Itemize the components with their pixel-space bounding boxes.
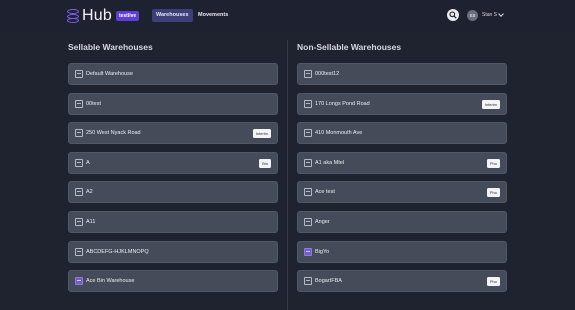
warehouse-alt-icon xyxy=(304,247,312,256)
warehouse-card[interactable]: Ace Bin Warehouse xyxy=(68,270,278,293)
warehouse-icon xyxy=(75,158,83,167)
warehouse-card[interactable]: A Bin xyxy=(68,151,278,174)
warehouse-name: Ace test xyxy=(315,189,335,196)
warehouse-name: Default Warehouse xyxy=(86,71,133,77)
warehouse-icon xyxy=(75,188,83,197)
sellable-list: Default Warehouse 00test 250 West Nyack Ro… xyxy=(68,63,278,300)
user-menu[interactable]: SS Stan S xyxy=(467,9,504,21)
warehouse-card[interactable]: 410 Monmouth Ave xyxy=(297,122,507,145)
warehouse-type-tag: Pho xyxy=(486,158,500,168)
warehouse-card[interactable]: 00test xyxy=(68,92,278,115)
warehouse-name: ABCDEFG-HJKLMNOPQ xyxy=(86,248,149,255)
sellable-title: Sellable Warehouses xyxy=(68,42,153,52)
warehouse-type-tag: Bin xyxy=(259,158,271,168)
warehouse-name: A1 aka Mtel xyxy=(315,159,345,166)
warehouse-card[interactable]: BogartFBA Pho xyxy=(297,270,507,293)
warehouse-name: BogartFBA xyxy=(315,278,342,285)
warehouse-card[interactable]: A1 aka Mtel Pho xyxy=(297,151,507,174)
nonsellable-title: Non-Sellable Warehouses xyxy=(297,42,402,52)
warehouse-card[interactable]: Ace test Pho xyxy=(297,181,507,204)
warehouse-icon xyxy=(304,129,312,138)
warehouse-icon xyxy=(75,217,83,226)
nonsellable-list: 000test12 170 Longs Pond Road Interim 410 M… xyxy=(297,63,507,300)
warehouse-type-tag: Pho xyxy=(486,277,500,287)
warehouse-card[interactable]: 250 West Nyack Road Interim xyxy=(68,122,278,145)
warehouse-name: BigYo xyxy=(315,248,330,255)
warehouse-icon xyxy=(304,188,312,197)
warehouse-icon xyxy=(75,99,83,108)
app-logo[interactable]: Hub testlive xyxy=(67,7,140,24)
warehouse-name: A2 xyxy=(86,189,93,196)
tab-movements[interactable]: Movements xyxy=(194,9,232,22)
warehouse-icon xyxy=(75,129,83,138)
warehouse-icon xyxy=(304,277,312,286)
warehouse-type-tag: Pho xyxy=(486,188,500,198)
warehouse-name: A11 xyxy=(86,218,96,225)
app-title: Hub xyxy=(82,7,112,24)
warehouse-card[interactable]: BigYo xyxy=(297,240,507,263)
env-badge: testlive xyxy=(115,11,140,21)
warehouse-name: 170 Longs Pond Road xyxy=(315,100,370,107)
database-icon xyxy=(67,9,79,23)
warehouse-type-tag: Interim xyxy=(252,129,271,139)
warehouse-name: 250 West Nyack Road xyxy=(86,130,141,137)
warehouse-card[interactable]: ABCDEFG-HJKLMNOPQ xyxy=(68,240,278,263)
avatar: SS xyxy=(467,9,478,21)
warehouse-card[interactable]: 000test12 xyxy=(297,63,507,85)
warehouse-icon xyxy=(304,99,312,108)
warehouse-icon xyxy=(304,158,312,167)
top-bar: Hub testlive Warehouses Movements SS Sta… xyxy=(0,0,575,32)
warehouse-icon xyxy=(304,70,312,78)
warehouse-name: Anger xyxy=(315,218,330,225)
warehouse-card[interactable]: 170 Longs Pond Road Interim xyxy=(297,92,507,115)
search-button[interactable] xyxy=(447,9,459,21)
warehouse-name: 00test xyxy=(86,100,101,107)
warehouse-card[interactable]: A11 xyxy=(68,210,278,233)
warehouse-name: 410 Monmouth Ave xyxy=(315,130,363,137)
warehouse-icon xyxy=(304,217,312,226)
search-icon xyxy=(449,11,457,19)
column-divider xyxy=(287,40,288,310)
warehouse-card[interactable]: Default Warehouse xyxy=(68,63,278,85)
warehouse-icon xyxy=(75,70,83,78)
warehouse-type-tag: Interim xyxy=(481,99,500,109)
warehouse-icon xyxy=(75,247,83,256)
warehouse-name: 000test12 xyxy=(315,71,340,77)
warehouse-alt-icon xyxy=(75,277,83,286)
warehouse-name: Ace Bin Warehouse xyxy=(86,278,135,285)
warehouse-card[interactable]: A2 xyxy=(68,181,278,204)
warehouse-name: A xyxy=(86,159,90,166)
user-name: Stan S xyxy=(482,12,498,18)
chevron-down-icon xyxy=(498,11,504,17)
warehouse-card[interactable]: Anger xyxy=(297,210,507,233)
tab-warehouses[interactable]: Warehouses xyxy=(152,9,193,22)
